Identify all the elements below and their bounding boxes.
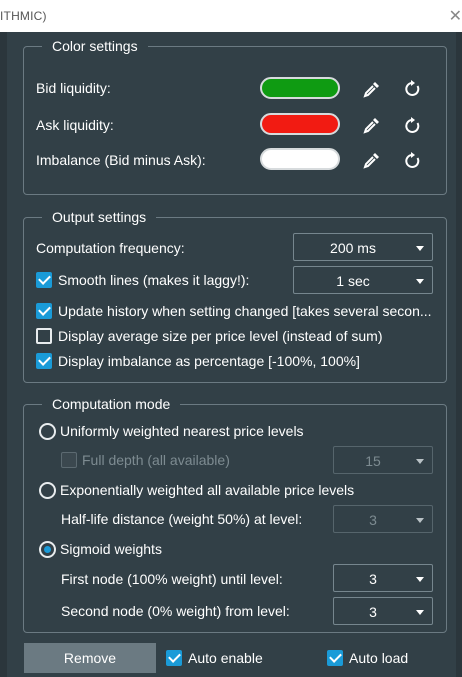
- second-node-label: Second node (0% weight) from level:: [61, 603, 290, 619]
- reset-icon[interactable]: [403, 116, 423, 136]
- auto-enable-checkbox[interactable]: [166, 650, 182, 666]
- imbalance-label: Imbalance (Bid minus Ask):: [36, 152, 206, 168]
- ask-liquidity-label: Ask liquidity:: [36, 117, 114, 133]
- computation-frequency-label: Computation frequency:: [36, 240, 185, 256]
- chevron-down-icon: [416, 279, 424, 284]
- chevron-down-icon: [416, 610, 424, 615]
- update-history-checkbox[interactable]: [36, 303, 52, 319]
- half-life-select[interactable]: 3: [333, 505, 433, 533]
- full-depth-value: 15: [365, 453, 381, 469]
- first-node-value: 3: [369, 571, 377, 587]
- eyedropper-icon[interactable]: [362, 115, 382, 135]
- update-history-label: Update history when setting changed [tak…: [58, 303, 432, 319]
- smooth-lines-label: Smooth lines (makes it laggy!):: [58, 272, 250, 288]
- full-depth-checkbox[interactable]: [61, 452, 77, 468]
- first-node-label: First node (100% weight) until level:: [61, 571, 283, 587]
- smooth-lines-value: 1 sec: [336, 273, 370, 289]
- sigmoid-radio[interactable]: [39, 541, 56, 558]
- exponential-radio[interactable]: [39, 482, 56, 499]
- right-rail: [456, 32, 462, 677]
- imbalance-swatch[interactable]: [260, 148, 340, 170]
- half-life-label: Half-life distance (weight 50%) at level…: [61, 511, 303, 527]
- bid-liquidity-label: Bid liquidity:: [36, 80, 111, 96]
- computation-frequency-select[interactable]: 200 ms: [293, 233, 433, 261]
- reset-icon[interactable]: [403, 151, 423, 171]
- eyedropper-icon[interactable]: [362, 150, 382, 170]
- remove-button[interactable]: Remove: [24, 643, 156, 673]
- display-average-label: Display average size per price level (in…: [58, 328, 383, 344]
- uniform-radio[interactable]: [39, 423, 56, 440]
- left-rail: [0, 32, 7, 677]
- smooth-lines-checkbox[interactable]: [36, 272, 52, 288]
- chevron-down-icon: [416, 459, 424, 464]
- eyedropper-icon[interactable]: [362, 79, 382, 99]
- full-depth-select[interactable]: 15: [333, 446, 433, 474]
- second-node-select[interactable]: 3: [333, 597, 433, 625]
- second-node-value: 3: [369, 604, 377, 620]
- display-average-checkbox[interactable]: [36, 328, 52, 344]
- window-title: ITHMIC): [0, 9, 47, 23]
- computation-frequency-value: 200 ms: [330, 240, 376, 256]
- smooth-lines-select[interactable]: 1 sec: [293, 266, 433, 294]
- window-titlebar: ITHMIC) ✕: [0, 0, 462, 32]
- auto-enable-label: Auto enable: [188, 650, 263, 666]
- first-node-select[interactable]: 3: [333, 564, 433, 592]
- color-settings-legend: Color settings: [52, 38, 138, 54]
- exponential-label: Exponentially weighted all available pri…: [60, 482, 355, 498]
- display-imbalance-label: Display imbalance as percentage [-100%, …: [58, 353, 360, 369]
- computation-mode-legend: Computation mode: [52, 396, 171, 412]
- chevron-down-icon: [416, 246, 424, 251]
- display-imbalance-checkbox[interactable]: [36, 353, 52, 369]
- auto-load-checkbox[interactable]: [327, 650, 343, 666]
- reset-icon[interactable]: [403, 79, 423, 99]
- output-settings-legend: Output settings: [52, 209, 147, 225]
- chevron-down-icon: [416, 577, 424, 582]
- chevron-down-icon: [416, 518, 424, 523]
- bid-liquidity-swatch[interactable]: [260, 77, 340, 99]
- full-depth-label: Full depth (all available): [82, 452, 230, 468]
- auto-load-label: Auto load: [349, 650, 409, 666]
- close-icon[interactable]: ✕: [449, 6, 462, 26]
- uniform-label: Uniformly weighted nearest price levels: [60, 423, 304, 439]
- sigmoid-label: Sigmoid weights: [60, 541, 162, 557]
- ask-liquidity-swatch[interactable]: [260, 113, 340, 135]
- half-life-value: 3: [369, 512, 377, 528]
